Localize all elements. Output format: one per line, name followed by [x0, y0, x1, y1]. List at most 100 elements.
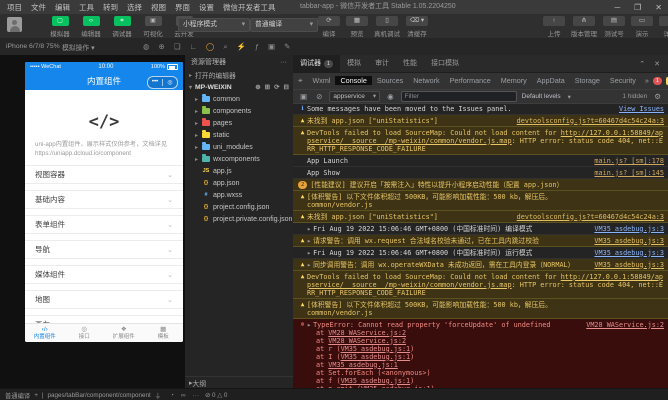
more-icon[interactable]: ··· — [280, 59, 287, 66]
restart-icon[interactable]: ◍ — [143, 42, 150, 52]
可视化-button[interactable]: ▣ — [145, 16, 162, 26]
devtools-tab-Storage[interactable]: Storage — [570, 76, 605, 85]
pin-icon[interactable]: ⏚ — [155, 391, 161, 400]
record-icon[interactable]: ◯ — [206, 42, 214, 52]
search-icon[interactable]: ⌕ — [223, 42, 227, 52]
project-root-row[interactable]: ▾ MP-WEIXIN ⊕⊞⟳⊟ — [185, 81, 293, 93]
action-演示[interactable]: ▭演示 — [631, 16, 653, 38]
outline-section[interactable]: ▸ 大纲 — [185, 376, 293, 388]
top-frame-icon[interactable]: ▣ — [298, 92, 309, 101]
toggle-可视化[interactable]: ▣可视化 — [141, 16, 165, 38]
home-icon[interactable]: ◎ — [163, 79, 177, 86]
devtools-tab-Network[interactable]: Network — [408, 76, 444, 85]
log-levels-select[interactable]: Default levels ▾ — [522, 93, 571, 101]
debug-tab-接口模拟[interactable]: 接口模拟 — [424, 55, 466, 72]
devtools-tab-Security[interactable]: Security — [605, 76, 641, 85]
menu-item-工具[interactable]: 工具 — [79, 2, 94, 13]
maximize-button[interactable]: ❐ — [634, 3, 641, 12]
close-button[interactable]: ✕ — [655, 3, 662, 12]
模拟器-button[interactable]: ▢ — [52, 16, 69, 26]
simulate-actions-menu[interactable]: 模拟操作 ▾ — [62, 42, 95, 52]
menu-item-设置[interactable]: 设置 — [199, 2, 214, 13]
action-详情[interactable]: ≡详情 — [659, 16, 668, 38]
tab-接口[interactable]: ◎接口 — [65, 324, 105, 342]
new-file-icon[interactable]: ⊕ — [255, 83, 260, 91]
more-tabs-icon[interactable]: » — [641, 73, 653, 89]
tab-扩展组件[interactable]: ❖扩展组件 — [104, 324, 144, 342]
compile-mode-select[interactable]: 普通编译 ▾ — [250, 18, 318, 32]
action-测试号[interactable]: ▤测试号 — [603, 16, 625, 38]
devtools-tab-Memory[interactable]: Memory — [496, 76, 532, 85]
menu-item-选择[interactable]: 选择 — [127, 2, 142, 13]
action-编译[interactable]: ⟳编译 — [318, 16, 340, 38]
tree-item-project.config.json[interactable]: {}project.config.json — [185, 201, 293, 213]
edit-icon[interactable]: ✎ — [284, 42, 290, 52]
devtools-tab-Console[interactable]: Console — [335, 76, 371, 85]
上传-button[interactable]: ↑ — [543, 16, 565, 26]
tree-item-wxcomponents[interactable]: ▸wxcomponents — [185, 153, 293, 165]
tree-item-app.js[interactable]: JSapp.js — [185, 165, 293, 177]
debug-tab-调试器[interactable]: 调试器1 — [293, 55, 340, 72]
menu-item-文件[interactable]: 文件 — [31, 2, 46, 13]
filter-input[interactable]: Filter — [401, 91, 517, 102]
menu-item-编辑[interactable]: 编辑 — [55, 2, 70, 13]
tree-item-project.private.config.json[interactable]: {}project.private.config.json — [185, 213, 293, 225]
devtools-tab-AppData[interactable]: AppData — [532, 76, 570, 85]
list-item-基础内容[interactable]: 基础内容⌄ — [25, 190, 183, 209]
source-link[interactable]: main.js? [sm]:178 — [586, 157, 664, 165]
tree-item-app.json[interactable]: {}app.json — [185, 177, 293, 189]
action-真机调试[interactable]: ▯真机调试 — [374, 16, 400, 38]
action-版本管理[interactable]: ⋔版本管理 — [571, 16, 597, 38]
list-item-视图容器[interactable]: 视图容器⌄ — [25, 165, 183, 184]
debug-tab-审计[interactable]: 审计 — [368, 55, 396, 72]
more-icon[interactable]: ··· — [193, 392, 200, 399]
devtools-tab-Wxml[interactable]: Wxml — [308, 76, 336, 85]
真机调试-button[interactable]: ▯ — [376, 16, 398, 26]
refresh-icon[interactable]: ⟳ — [274, 83, 279, 91]
mode-select[interactable]: 小程序模式 ▾ — [178, 18, 250, 32]
action-上传[interactable]: ↑上传 — [543, 16, 565, 38]
toggle-模拟器[interactable]: ▢模拟器 — [48, 16, 72, 38]
intro-link[interactable]: https://uniapp.dcloud.io/component — [35, 150, 173, 159]
debug-tab-性能[interactable]: 性能 — [396, 55, 424, 72]
tree-item-pages[interactable]: ▸pages — [185, 117, 293, 129]
action-预览[interactable]: ▦预览 — [346, 16, 368, 38]
inspect-element-icon[interactable]: ⌖ — [293, 76, 308, 86]
add-icon[interactable]: ⊕ — [159, 42, 165, 52]
编辑器-button[interactable]: ‹› — [83, 16, 100, 26]
详情-button[interactable]: ≡ — [659, 16, 668, 26]
tree-item-static[interactable]: ▸static — [185, 129, 293, 141]
source-link[interactable]: VM35 asdebug.js:3 — [586, 225, 664, 233]
collapse-icon[interactable]: ⌃ — [639, 60, 645, 68]
source-link[interactable]: VM35 asdebug.js:3 — [586, 261, 664, 269]
source-link[interactable]: devtoolsconfig.js?t=60467d4c54c24a:3 — [509, 213, 664, 221]
source-link[interactable]: VM28 WAService.js:2 — [578, 321, 664, 329]
feedback-icon[interactable]: ◔ — [170, 392, 174, 399]
menu-item-项目[interactable]: 项目 — [7, 2, 22, 13]
dock-icon[interactable]: ∟ — [190, 42, 197, 52]
list-item-媒体组件[interactable]: 媒体组件⌄ — [25, 265, 183, 284]
collapse-icon[interactable]: ⊟ — [284, 83, 289, 91]
eye-icon[interactable]: ◉ — [385, 92, 396, 101]
tab-模板[interactable]: ▦模板 — [144, 324, 184, 342]
device-selector[interactable]: iPhone 6/7/8 75% — [6, 43, 60, 50]
devtools-tab-Sources[interactable]: Sources — [372, 76, 408, 85]
预览-button[interactable]: ▦ — [346, 16, 368, 26]
source-link[interactable]: main.js? [sm]:145 — [586, 169, 664, 177]
clear-console-icon[interactable]: ⊘ — [314, 92, 324, 101]
source-link[interactable]: VM35 asdebug.js:3 — [586, 249, 664, 257]
action-清缓存[interactable]: ⌫ ▾清缓存 — [406, 16, 428, 38]
menu-item-转到[interactable]: 转到 — [103, 2, 118, 13]
sync-icon[interactable]: ∞ — [181, 392, 186, 399]
split-icon[interactable]: ❏ — [174, 42, 181, 52]
编译-button[interactable]: ⟳ — [318, 16, 340, 26]
版本管理-button[interactable]: ⋔ — [573, 16, 595, 26]
more-icon[interactable]: ••• — [148, 79, 162, 85]
演示-button[interactable]: ▭ — [631, 16, 653, 26]
context-select[interactable]: appservice ▾ — [329, 91, 380, 102]
view-issues-link[interactable]: View Issues — [611, 105, 664, 113]
list-item-导航[interactable]: 导航⌄ — [25, 240, 183, 259]
console-settings-icon[interactable]: ⚙ — [652, 92, 663, 101]
list-item-表单组件[interactable]: 表单组件⌄ — [25, 215, 183, 234]
debug-tab-模拟[interactable]: 模拟 — [340, 55, 368, 72]
